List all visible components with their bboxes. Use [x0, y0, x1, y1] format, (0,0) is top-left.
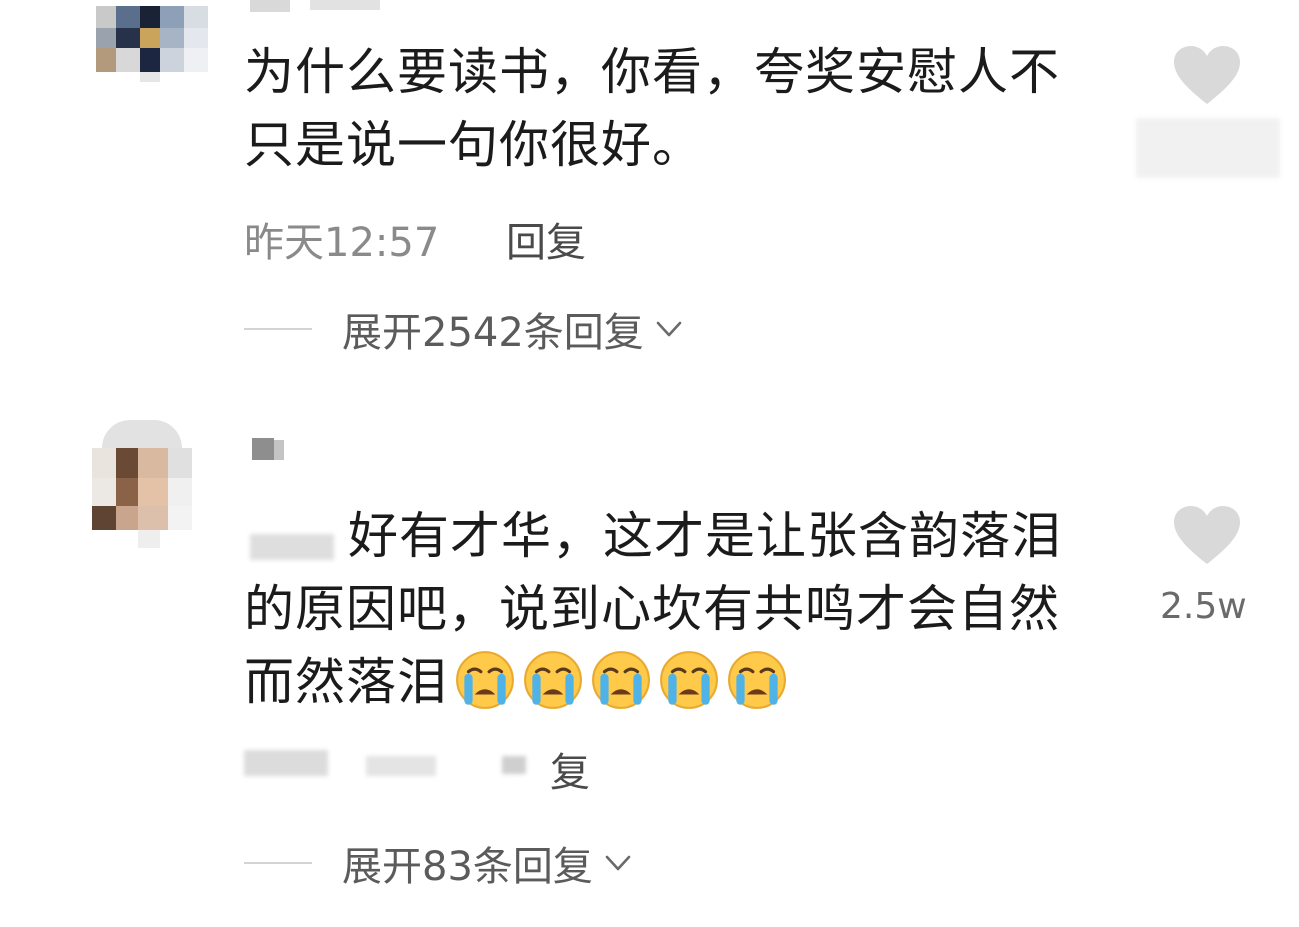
blurred-timestamp — [244, 750, 328, 776]
crying-face-icon — [728, 651, 786, 709]
heart-icon[interactable] — [1172, 504, 1242, 568]
comment-item: 好有才华，这才是让张含韵落泪 的原因吧，说到心坎有共鸣才会自然 而然落泪 复 展… — [0, 400, 1299, 927]
chevron-down-icon — [605, 855, 631, 871]
heart-icon[interactable] — [1172, 44, 1242, 108]
crying-face-icon — [456, 651, 514, 709]
comment-meta: 昨天12:57 回复 — [244, 210, 744, 266]
crying-face-icon — [524, 651, 582, 709]
comment-meta: 复 — [244, 740, 644, 796]
divider-dash — [244, 328, 312, 330]
comment-item: 为什么要读书，你看，夸奖安慰人不 只是说一句你很好。 昨天12:57 回复 展开… — [0, 0, 1299, 380]
avatar[interactable] — [92, 420, 192, 550]
divider-dash — [244, 862, 312, 864]
blurred-region — [366, 756, 436, 776]
username[interactable] — [250, 0, 430, 30]
expand-replies-button[interactable]: 展开2542条回复 — [244, 304, 686, 356]
reply-button[interactable]: 复 — [550, 740, 590, 798]
like-count: 2.5w — [1160, 586, 1247, 627]
comment-text: 好有才华，这才是让张含韵落泪 的原因吧，说到心坎有共鸣才会自然 而然落泪 — [244, 500, 1104, 719]
comment-timestamp: 昨天12:57 — [244, 220, 440, 266]
comment-text: 为什么要读书，你看，夸奖安慰人不 只是说一句你很好。 — [244, 36, 1104, 182]
comment-text-line: 好有才华，这才是让张含韵落泪 — [348, 507, 1062, 565]
expand-replies-button[interactable]: 展开83条回复 — [244, 838, 635, 890]
reply-button[interactable]: 回复 — [506, 210, 586, 268]
comment-text-fragment: 而然落泪 — [244, 653, 448, 711]
blurred-region — [1136, 118, 1280, 178]
comment-text-line-with-emoji: 而然落泪 — [244, 646, 1104, 719]
crying-face-icon — [660, 651, 718, 709]
expand-replies-label: 展开2542条回复 — [342, 310, 644, 356]
username[interactable] — [252, 434, 312, 466]
comment-text-line: 的原因吧，说到心坎有共鸣才会自然 — [244, 580, 1060, 638]
avatar[interactable] — [96, 0, 208, 82]
comment-text-line: 只是说一句你很好。 — [244, 116, 703, 174]
comment-text-line: 为什么要读书，你看，夸奖安慰人不 — [244, 43, 1060, 101]
expand-replies-label: 展开83条回复 — [342, 844, 593, 890]
crying-face-icon — [592, 651, 650, 709]
chevron-down-icon — [656, 321, 682, 337]
blurred-region — [502, 756, 526, 774]
